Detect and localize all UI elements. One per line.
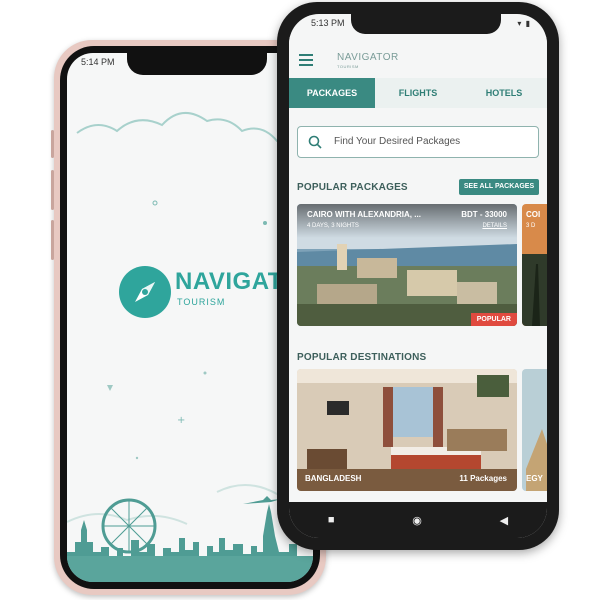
back-icon[interactable]: ◀ — [500, 514, 508, 527]
svg-text:+: + — [177, 415, 185, 426]
package-title: COI — [526, 210, 541, 219]
package-details-link[interactable]: DETAILS — [482, 223, 507, 229]
tab-hotels[interactable]: HOTELS — [461, 78, 547, 108]
destination-name: BANGLADESH — [305, 474, 362, 483]
app-title: NAVIGATOR — [337, 52, 399, 63]
recents-icon[interactable]: ■ — [328, 514, 335, 526]
app-screen: 5:13 PM ▾ ▮ NAVIGATOR TOURISM PACKAGES F… — [289, 14, 547, 538]
package-price: BDT - 33000 — [461, 210, 507, 219]
destination-photo — [297, 369, 517, 491]
destination-photo — [522, 369, 547, 491]
package-card[interactable]: COI 3 D — [522, 204, 547, 326]
see-all-packages-button[interactable]: SEE ALL PACKAGES — [459, 179, 539, 195]
compass-logo-icon — [119, 266, 171, 318]
system-nav-bar: ■ ◉ ◀ — [289, 502, 547, 538]
package-duration: 3 D — [526, 223, 536, 229]
status-time: 5:13 PM — [311, 18, 345, 28]
destination-card[interactable]: EGY — [522, 369, 547, 491]
popular-badge: POPULAR — [470, 313, 517, 326]
status-icons: ▾ ▮ — [517, 19, 531, 28]
phone-side-button — [51, 220, 54, 260]
package-card[interactable]: CAIRO WITH ALEXANDRIA, ... 4 DAYS, 3 NIG… — [297, 204, 517, 326]
app-bar: NAVIGATOR TOURISM — [289, 36, 547, 78]
search-input[interactable]: Find Your Desired Packages — [297, 126, 539, 158]
phone-side-button — [51, 130, 54, 158]
destination-package-count: 11 Packages — [459, 474, 507, 483]
main-tabs: PACKAGES FLIGHTS HOTELS — [289, 78, 547, 108]
app-subtitle: TOURISM — [337, 64, 359, 69]
destination-name: EGY — [526, 474, 543, 483]
phone-notch — [127, 53, 267, 75]
search-icon — [308, 135, 322, 149]
app-phone: 5:13 PM ▾ ▮ NAVIGATOR TOURISM PACKAGES F… — [277, 2, 559, 550]
tab-flights[interactable]: FLIGHTS — [375, 78, 461, 108]
splash-subtitle: TOURISM — [177, 297, 226, 307]
package-duration: 4 DAYS, 3 NIGHTS — [307, 223, 359, 229]
menu-icon[interactable] — [299, 54, 313, 66]
status-time: 5:14 PM — [81, 57, 115, 67]
phone-notch — [351, 14, 501, 34]
phone-side-button — [51, 170, 54, 210]
popular-destinations-title: POPULAR DESTINATIONS — [297, 352, 427, 363]
home-icon[interactable]: ◉ — [412, 514, 422, 527]
search-placeholder: Find Your Desired Packages — [334, 136, 461, 147]
popular-packages-title: POPULAR PACKAGES — [297, 182, 408, 193]
destination-card[interactable]: BANGLADESH 11 Packages — [297, 369, 517, 491]
tab-packages[interactable]: PACKAGES — [289, 78, 375, 108]
package-title: CAIRO WITH ALEXANDRIA, ... — [307, 210, 421, 219]
